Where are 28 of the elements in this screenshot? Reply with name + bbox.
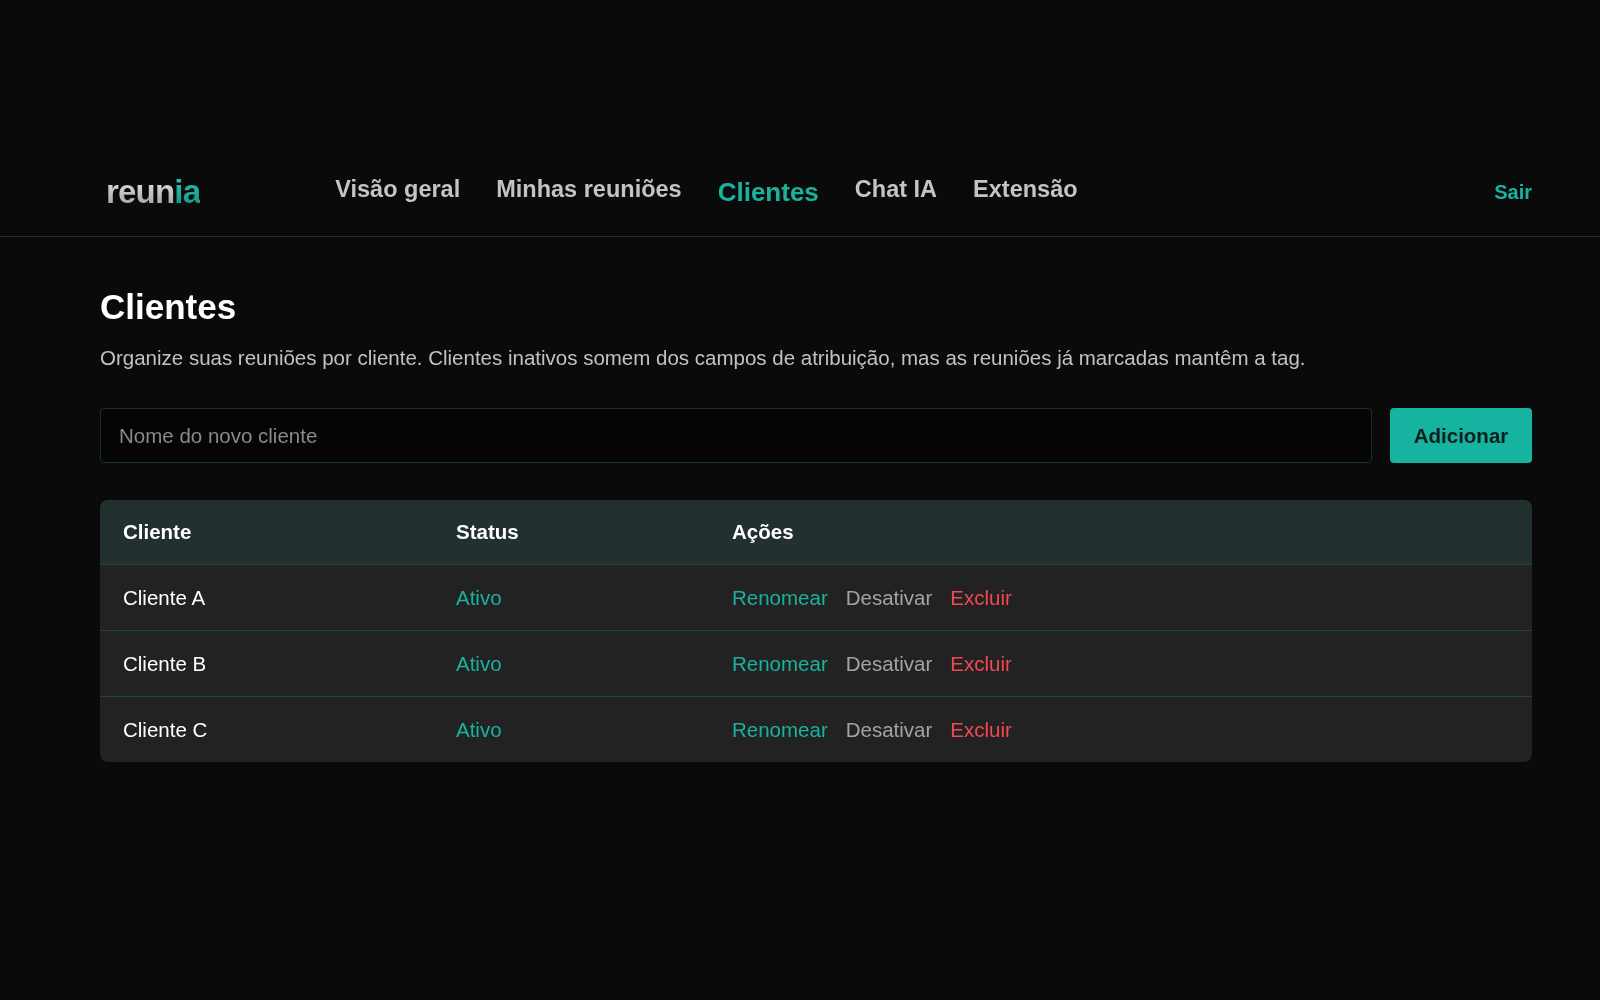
deactivate-link[interactable]: Desativar (845, 717, 933, 742)
status-text: Ativo (456, 585, 502, 610)
nav-link[interactable]: Extensão (973, 175, 1078, 203)
nav-link[interactable]: Minhas reuniões (496, 175, 682, 203)
status-text: Ativo (456, 651, 502, 676)
client-name-input[interactable]: Nome do novo cliente (100, 408, 1372, 463)
nav-link[interactable]: Chat IA (854, 175, 938, 203)
client-name: Cliente C (123, 717, 208, 742)
deactivate-link[interactable]: Desativar (845, 585, 933, 610)
column-header: Status (456, 520, 519, 544)
column-header: Cliente (123, 520, 192, 544)
add-button[interactable]: Adicionar (1390, 408, 1532, 463)
rename-link[interactable]: Renomear (732, 651, 828, 676)
logout-link[interactable]: Sair (1494, 180, 1532, 204)
status-text: Ativo (456, 717, 502, 742)
page-description: Organize suas reuniões por cliente. Clientes inativos somem dos campos de atribuição, mas as reuniões já marcadas mantêm a tag. (100, 345, 1307, 371)
deactivate-link[interactable]: Desativar (845, 651, 933, 676)
rename-link[interactable]: Renomear (732, 585, 828, 610)
nav-link[interactable]: Visão geral (335, 175, 461, 203)
delete-link[interactable]: Excluir (950, 651, 1012, 676)
client-name: Cliente A (123, 585, 206, 610)
column-header: Ações (732, 520, 794, 544)
client-name: Cliente B (123, 651, 207, 676)
delete-link[interactable]: Excluir (950, 585, 1012, 610)
rename-link[interactable]: Renomear (732, 717, 828, 742)
page-title: Clientes (100, 286, 238, 328)
nav-link[interactable]: Clientes (717, 176, 819, 208)
delete-link[interactable]: Excluir (950, 717, 1012, 742)
